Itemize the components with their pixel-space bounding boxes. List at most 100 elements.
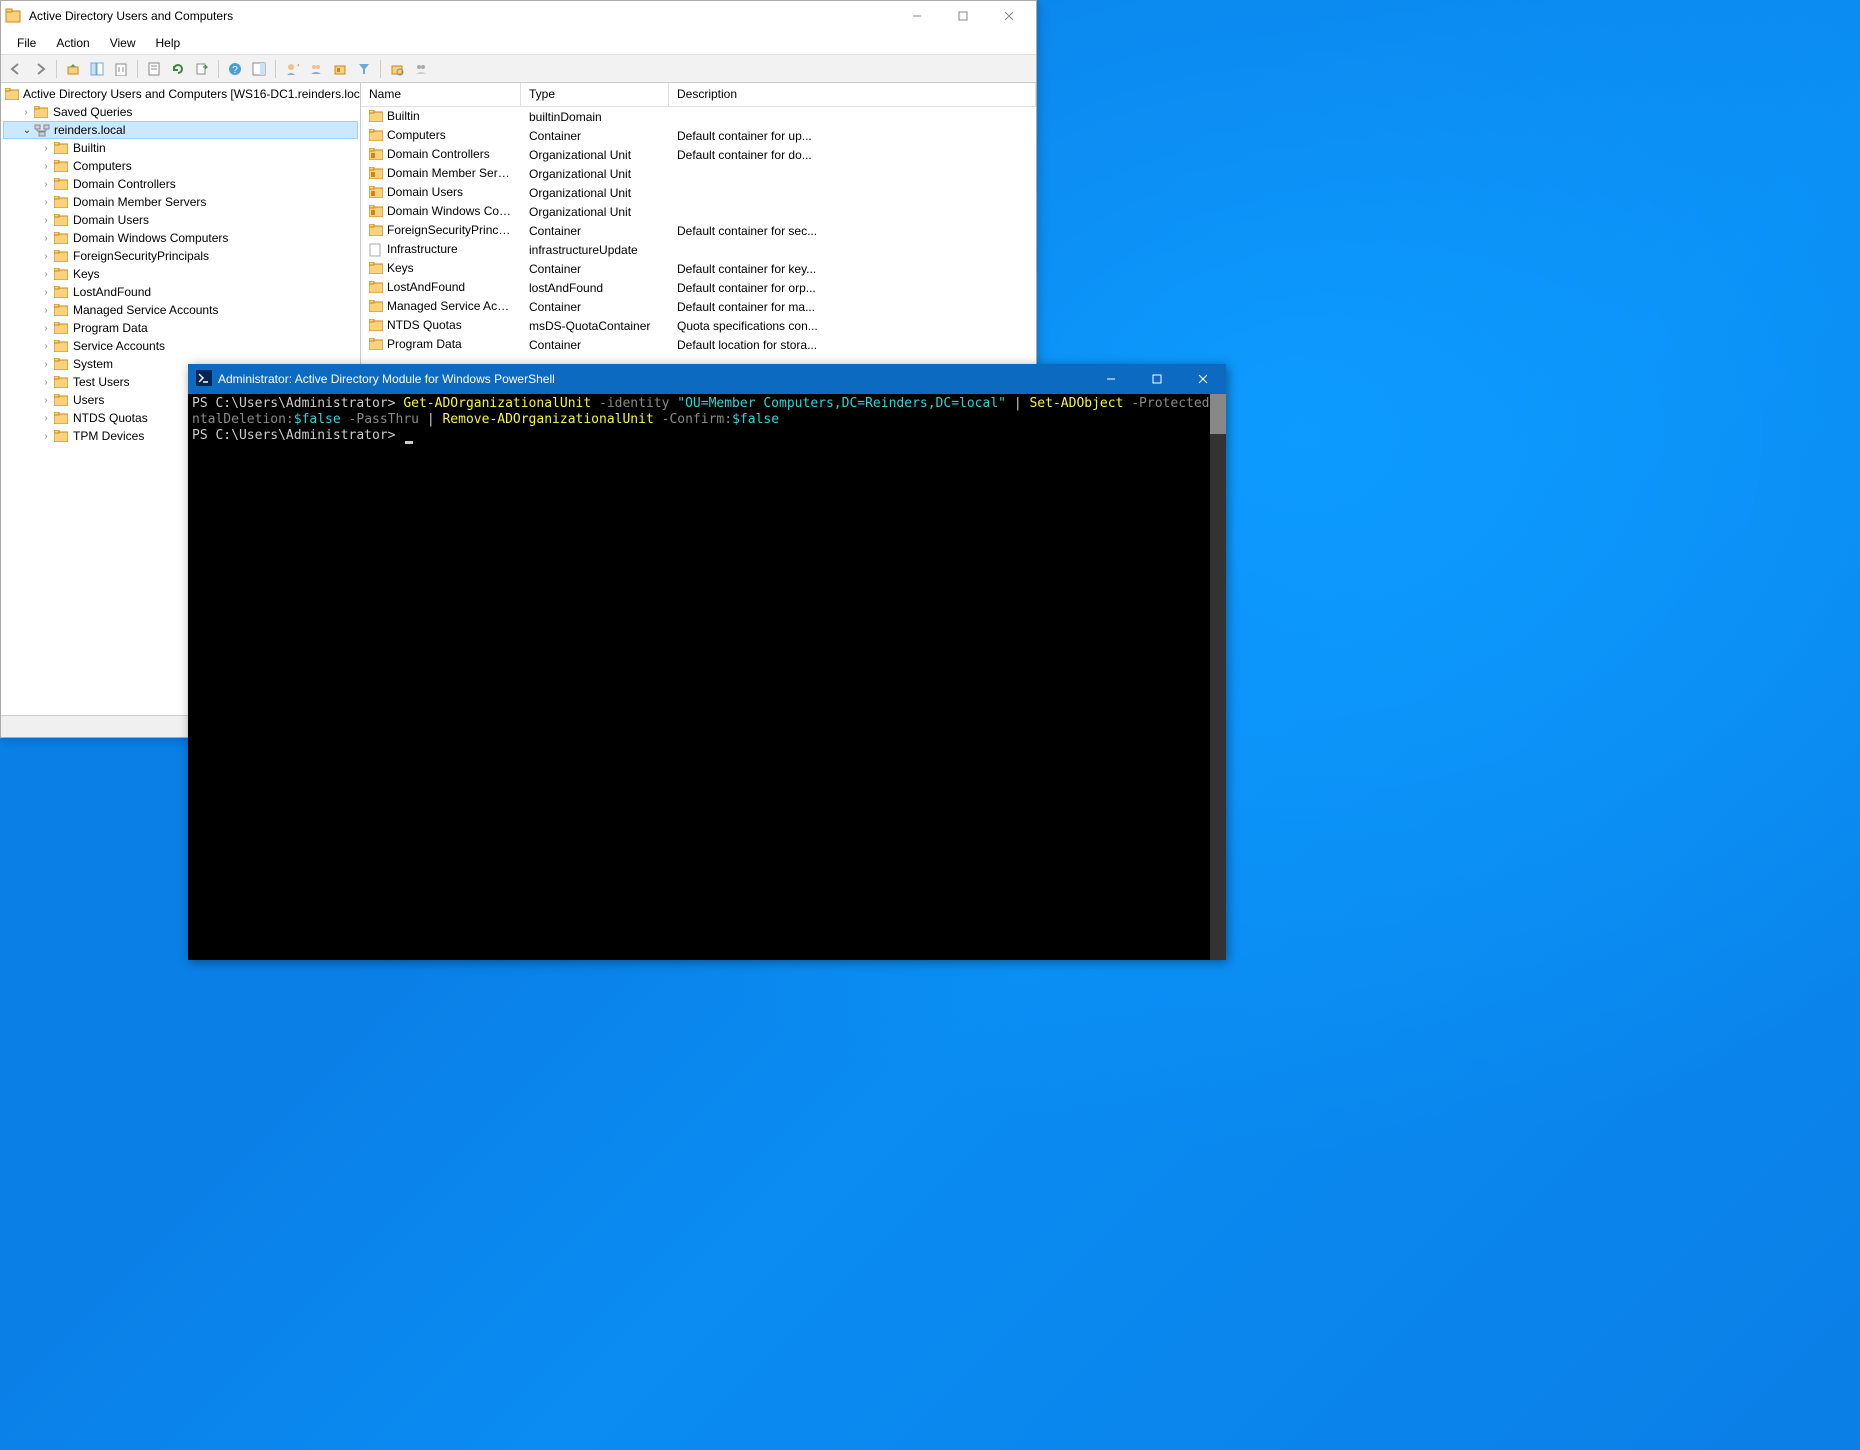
row-name: Keys (387, 261, 414, 275)
folder-icon (369, 110, 383, 124)
row-type: lostAndFound (521, 281, 669, 295)
row-type: msDS-QuotaContainer (521, 319, 669, 333)
new-group-button[interactable] (305, 58, 327, 80)
ps-minimize-button[interactable] (1088, 365, 1134, 393)
ps-close-button[interactable] (1180, 365, 1226, 393)
folder-icon (369, 129, 383, 143)
cursor-icon (405, 441, 413, 444)
folder-icon (53, 248, 69, 264)
list-row[interactable]: Program Data Container Default location … (361, 335, 1036, 354)
tree-item-label: Domain Controllers (73, 177, 176, 191)
row-type: infrastructureUpdate (521, 243, 669, 257)
tree-item[interactable]: › Managed Service Accounts (3, 301, 358, 319)
list-row[interactable]: ForeignSecurityPrincipals Container Defa… (361, 221, 1036, 240)
forward-button[interactable] (29, 58, 51, 80)
tree-item[interactable]: › Program Data (3, 319, 358, 337)
row-type: builtinDomain (521, 110, 669, 124)
powershell-window: Administrator: Active Directory Module f… (188, 364, 1226, 960)
tree-item[interactable]: › Domain Controllers (3, 175, 358, 193)
properties-button[interactable] (143, 58, 165, 80)
tree-item[interactable]: › Service Accounts (3, 337, 358, 355)
find-button[interactable] (386, 58, 408, 80)
show-hide-tree-button[interactable] (86, 58, 108, 80)
delete-button[interactable] (110, 58, 132, 80)
tree-item[interactable]: › Domain Users (3, 211, 358, 229)
aduc-titlebar[interactable]: Active Directory Users and Computers (1, 1, 1036, 31)
list-row[interactable]: Domain Users Organizational Unit (361, 183, 1036, 202)
new-user-button[interactable]: ✦ (281, 58, 303, 80)
col-desc[interactable]: Description (669, 83, 1036, 106)
list-row[interactable]: Domain Controllers Organizational Unit D… (361, 145, 1036, 164)
menu-file[interactable]: File (7, 34, 46, 52)
back-button[interactable] (5, 58, 27, 80)
close-button[interactable] (986, 2, 1032, 30)
menu-view[interactable]: View (100, 34, 146, 52)
row-name: ForeignSecurityPrincipals (387, 223, 521, 237)
tree-item[interactable]: › Keys (3, 265, 358, 283)
tree-item[interactable]: › ForeignSecurityPrincipals (3, 247, 358, 265)
row-desc: Quota specifications con... (669, 319, 1036, 333)
folder-icon (369, 262, 383, 276)
ps-titlebar[interactable]: Administrator: Active Directory Module f… (188, 364, 1226, 394)
ps-window-controls (1088, 365, 1226, 393)
tree-item[interactable]: › Computers (3, 157, 358, 175)
up-button[interactable] (62, 58, 84, 80)
tree-item-label: Domain Member Servers (73, 195, 206, 209)
tree-item-label: ForeignSecurityPrincipals (73, 249, 209, 263)
folder-icon (53, 140, 69, 156)
folder-icon (53, 212, 69, 228)
list-row[interactable]: Domain Windows Comp... Organizational Un… (361, 202, 1036, 221)
aduc-title: Active Directory Users and Computers (29, 9, 894, 23)
tree-item-label: TPM Devices (73, 429, 144, 443)
tree-item[interactable]: › Domain Windows Computers (3, 229, 358, 247)
help-button[interactable]: ? (224, 58, 246, 80)
tree-item-label: Service Accounts (73, 339, 165, 353)
refresh-button[interactable] (167, 58, 189, 80)
action-pane-button[interactable] (248, 58, 270, 80)
ou-icon (369, 205, 383, 219)
list-row[interactable]: LostAndFound lostAndFound Default contai… (361, 278, 1036, 297)
doc-icon (369, 243, 383, 257)
add-to-group-button[interactable] (410, 58, 432, 80)
list-row[interactable]: Domain Member Servers Organizational Uni… (361, 164, 1036, 183)
row-desc: Default location for stora... (669, 338, 1036, 352)
col-type[interactable]: Type (521, 83, 669, 106)
ou-icon (369, 167, 383, 181)
tree-domain[interactable]: ⌄ reinders.local (3, 121, 358, 139)
row-name: Program Data (387, 337, 462, 351)
list-row[interactable]: Infrastructure infrastructureUpdate (361, 240, 1036, 259)
tree-item[interactable]: › Domain Member Servers (3, 193, 358, 211)
ps-line-3: PS C:\Users\Administrator> (192, 428, 1222, 444)
row-name: Managed Service Accou... (387, 299, 521, 313)
maximize-button[interactable] (940, 2, 986, 30)
new-ou-button[interactable] (329, 58, 351, 80)
list-row[interactable]: Managed Service Accou... Container Defau… (361, 297, 1036, 316)
row-desc: Default container for do... (669, 148, 1036, 162)
export-button[interactable] (191, 58, 213, 80)
tree-item[interactable]: › LostAndFound (3, 283, 358, 301)
ps-scrollbar[interactable] (1210, 394, 1226, 960)
tree-root[interactable]: Active Directory Users and Computers [WS… (3, 85, 358, 103)
tree-item-label: Domain Windows Computers (73, 231, 228, 245)
filter-button[interactable] (353, 58, 375, 80)
folder-icon (53, 320, 69, 336)
folder-icon (53, 266, 69, 282)
row-desc: Default container for up... (669, 129, 1036, 143)
row-name: Domain Users (387, 185, 463, 199)
menu-help[interactable]: Help (146, 34, 191, 52)
col-name[interactable]: Name (361, 83, 521, 106)
menu-action[interactable]: Action (46, 34, 99, 52)
folder-icon (369, 224, 383, 238)
ps-maximize-button[interactable] (1134, 365, 1180, 393)
list-row[interactable]: Computers Container Default container fo… (361, 126, 1036, 145)
ps-terminal[interactable]: PS C:\Users\Administrator> Get-ADOrganiz… (188, 394, 1226, 960)
folder-icon (369, 319, 383, 333)
list-row[interactable]: Keys Container Default container for key… (361, 259, 1036, 278)
list-row[interactable]: Builtin builtinDomain (361, 107, 1036, 126)
tree-item-label: LostAndFound (73, 285, 151, 299)
tree-saved-queries[interactable]: › Saved Queries (3, 103, 358, 121)
list-row[interactable]: NTDS Quotas msDS-QuotaContainer Quota sp… (361, 316, 1036, 335)
minimize-button[interactable] (894, 2, 940, 30)
tree-item[interactable]: › Builtin (3, 139, 358, 157)
row-name: LostAndFound (387, 280, 465, 294)
